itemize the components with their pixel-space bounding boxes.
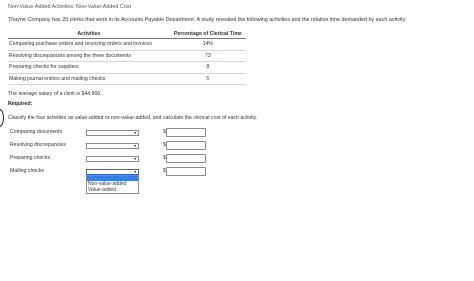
percentage-cell: 5 — [169, 73, 246, 86]
dropdown-option-value-added[interactable]: Value-added — [87, 187, 138, 193]
problem-intro: Thayne Company has 20 clerks that work i… — [8, 17, 407, 23]
classification-select-comparing[interactable]: ▼ — [86, 130, 139, 136]
classification-select-resolving[interactable]: ▼ — [86, 143, 139, 149]
cost-input-mailing[interactable] — [166, 167, 206, 176]
answer-label-mailing: Mailing checks — [10, 168, 45, 174]
chevron-down-icon: ▼ — [133, 170, 137, 174]
percentage-cell: 73 — [169, 50, 246, 63]
mouse-cursor-arc — [0, 109, 4, 127]
salary-note: The average salary of a clerk is $44,900… — [8, 91, 102, 97]
activity-cell: Resolving discrepancies among the three … — [8, 50, 170, 63]
header-percentage: Percentage of Clerical Time — [169, 29, 246, 39]
chevron-down-icon: ▼ — [133, 157, 137, 161]
chevron-down-icon: ▼ — [133, 131, 137, 135]
table-row: Making journal entries and mailing check… — [8, 73, 246, 86]
classification-dropdown-menu: Non-value-added Value-added — [86, 175, 139, 194]
page-title: Non-Value-Added Activities; Non-Value-Ad… — [8, 4, 131, 10]
cost-input-comparing[interactable] — [166, 128, 206, 137]
percentage-cell: 14% — [169, 38, 246, 51]
chevron-down-icon: ▼ — [133, 144, 137, 148]
answer-label-preparing: Preparing checks — [10, 155, 51, 161]
answer-label-resolving: Resolving discrepancies — [10, 142, 66, 148]
cost-input-preparing[interactable] — [166, 154, 206, 163]
activity-cell: Making journal entries and mailing check… — [8, 73, 170, 86]
activity-cell: Preparing checks for suppliers — [8, 61, 170, 74]
table-row: Resolving discrepancies among the three … — [8, 50, 246, 63]
percentage-cell: 8 — [169, 61, 246, 74]
header-activities: Activities — [8, 29, 170, 39]
classification-select-preparing[interactable]: ▼ — [86, 156, 139, 162]
instruction-text: Classify the four activities as value-ad… — [8, 115, 258, 121]
activity-cell: Comparing purchase orders and receiving … — [8, 38, 170, 51]
activities-table: Activities Percentage of Clerical Time C… — [8, 29, 246, 86]
required-label: Required: — [8, 101, 33, 107]
table-row: Preparing checks for suppliers 8 — [8, 61, 246, 74]
answer-label-comparing: Comparing documents — [10, 129, 63, 135]
table-row: Comparing purchase orders and receiving … — [8, 38, 246, 51]
cost-input-resolving[interactable] — [166, 141, 206, 150]
